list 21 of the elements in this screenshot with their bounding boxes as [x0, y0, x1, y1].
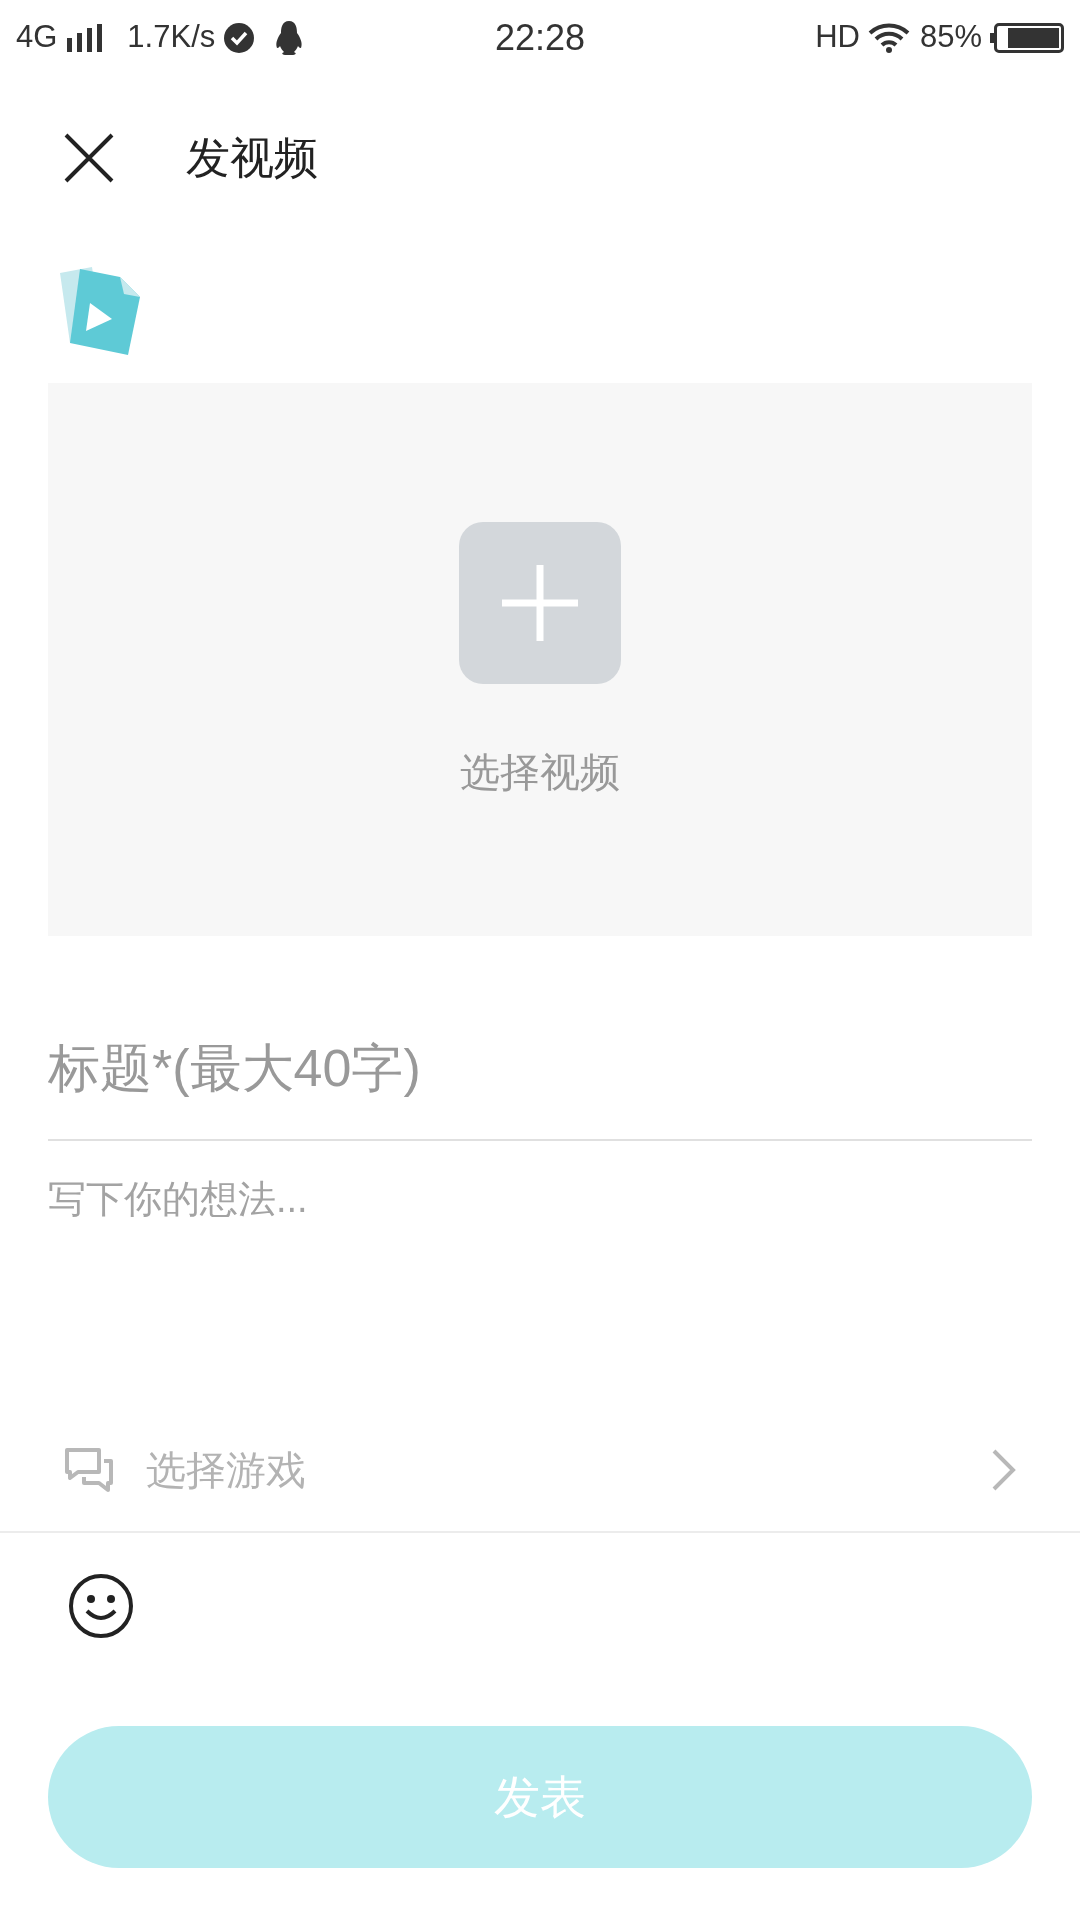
smiley-icon[interactable] — [68, 1573, 134, 1639]
hd-label: HD — [815, 18, 860, 57]
clock-time: 22:28 — [494, 15, 586, 60]
video-picker-area[interactable]: 选择视频 — [48, 383, 1032, 936]
battery-percent: 85% — [919, 18, 982, 57]
check-icon — [223, 21, 256, 54]
chat-bubbles-icon — [64, 1446, 114, 1493]
title-field[interactable]: 标题*(最大40字) — [48, 996, 1032, 1141]
thoughts-field[interactable]: 写下你的想法... — [48, 1171, 1032, 1401]
page-title: 发视频 — [186, 131, 318, 184]
network-speed: 1.7K/s — [127, 18, 216, 57]
close-icon[interactable] — [64, 132, 114, 183]
wifi-icon — [867, 21, 912, 54]
select-game-label: 选择游戏 — [146, 1446, 307, 1494]
penguin-icon — [275, 20, 304, 55]
select-game-row[interactable]: 选择游戏 — [0, 1408, 1080, 1533]
select-video-label: 选择视频 — [460, 749, 620, 796]
chevron-right-icon — [992, 1448, 1016, 1491]
plus-icon — [502, 565, 578, 641]
network-type: 4G — [16, 18, 58, 57]
video-file-icon — [58, 265, 142, 357]
